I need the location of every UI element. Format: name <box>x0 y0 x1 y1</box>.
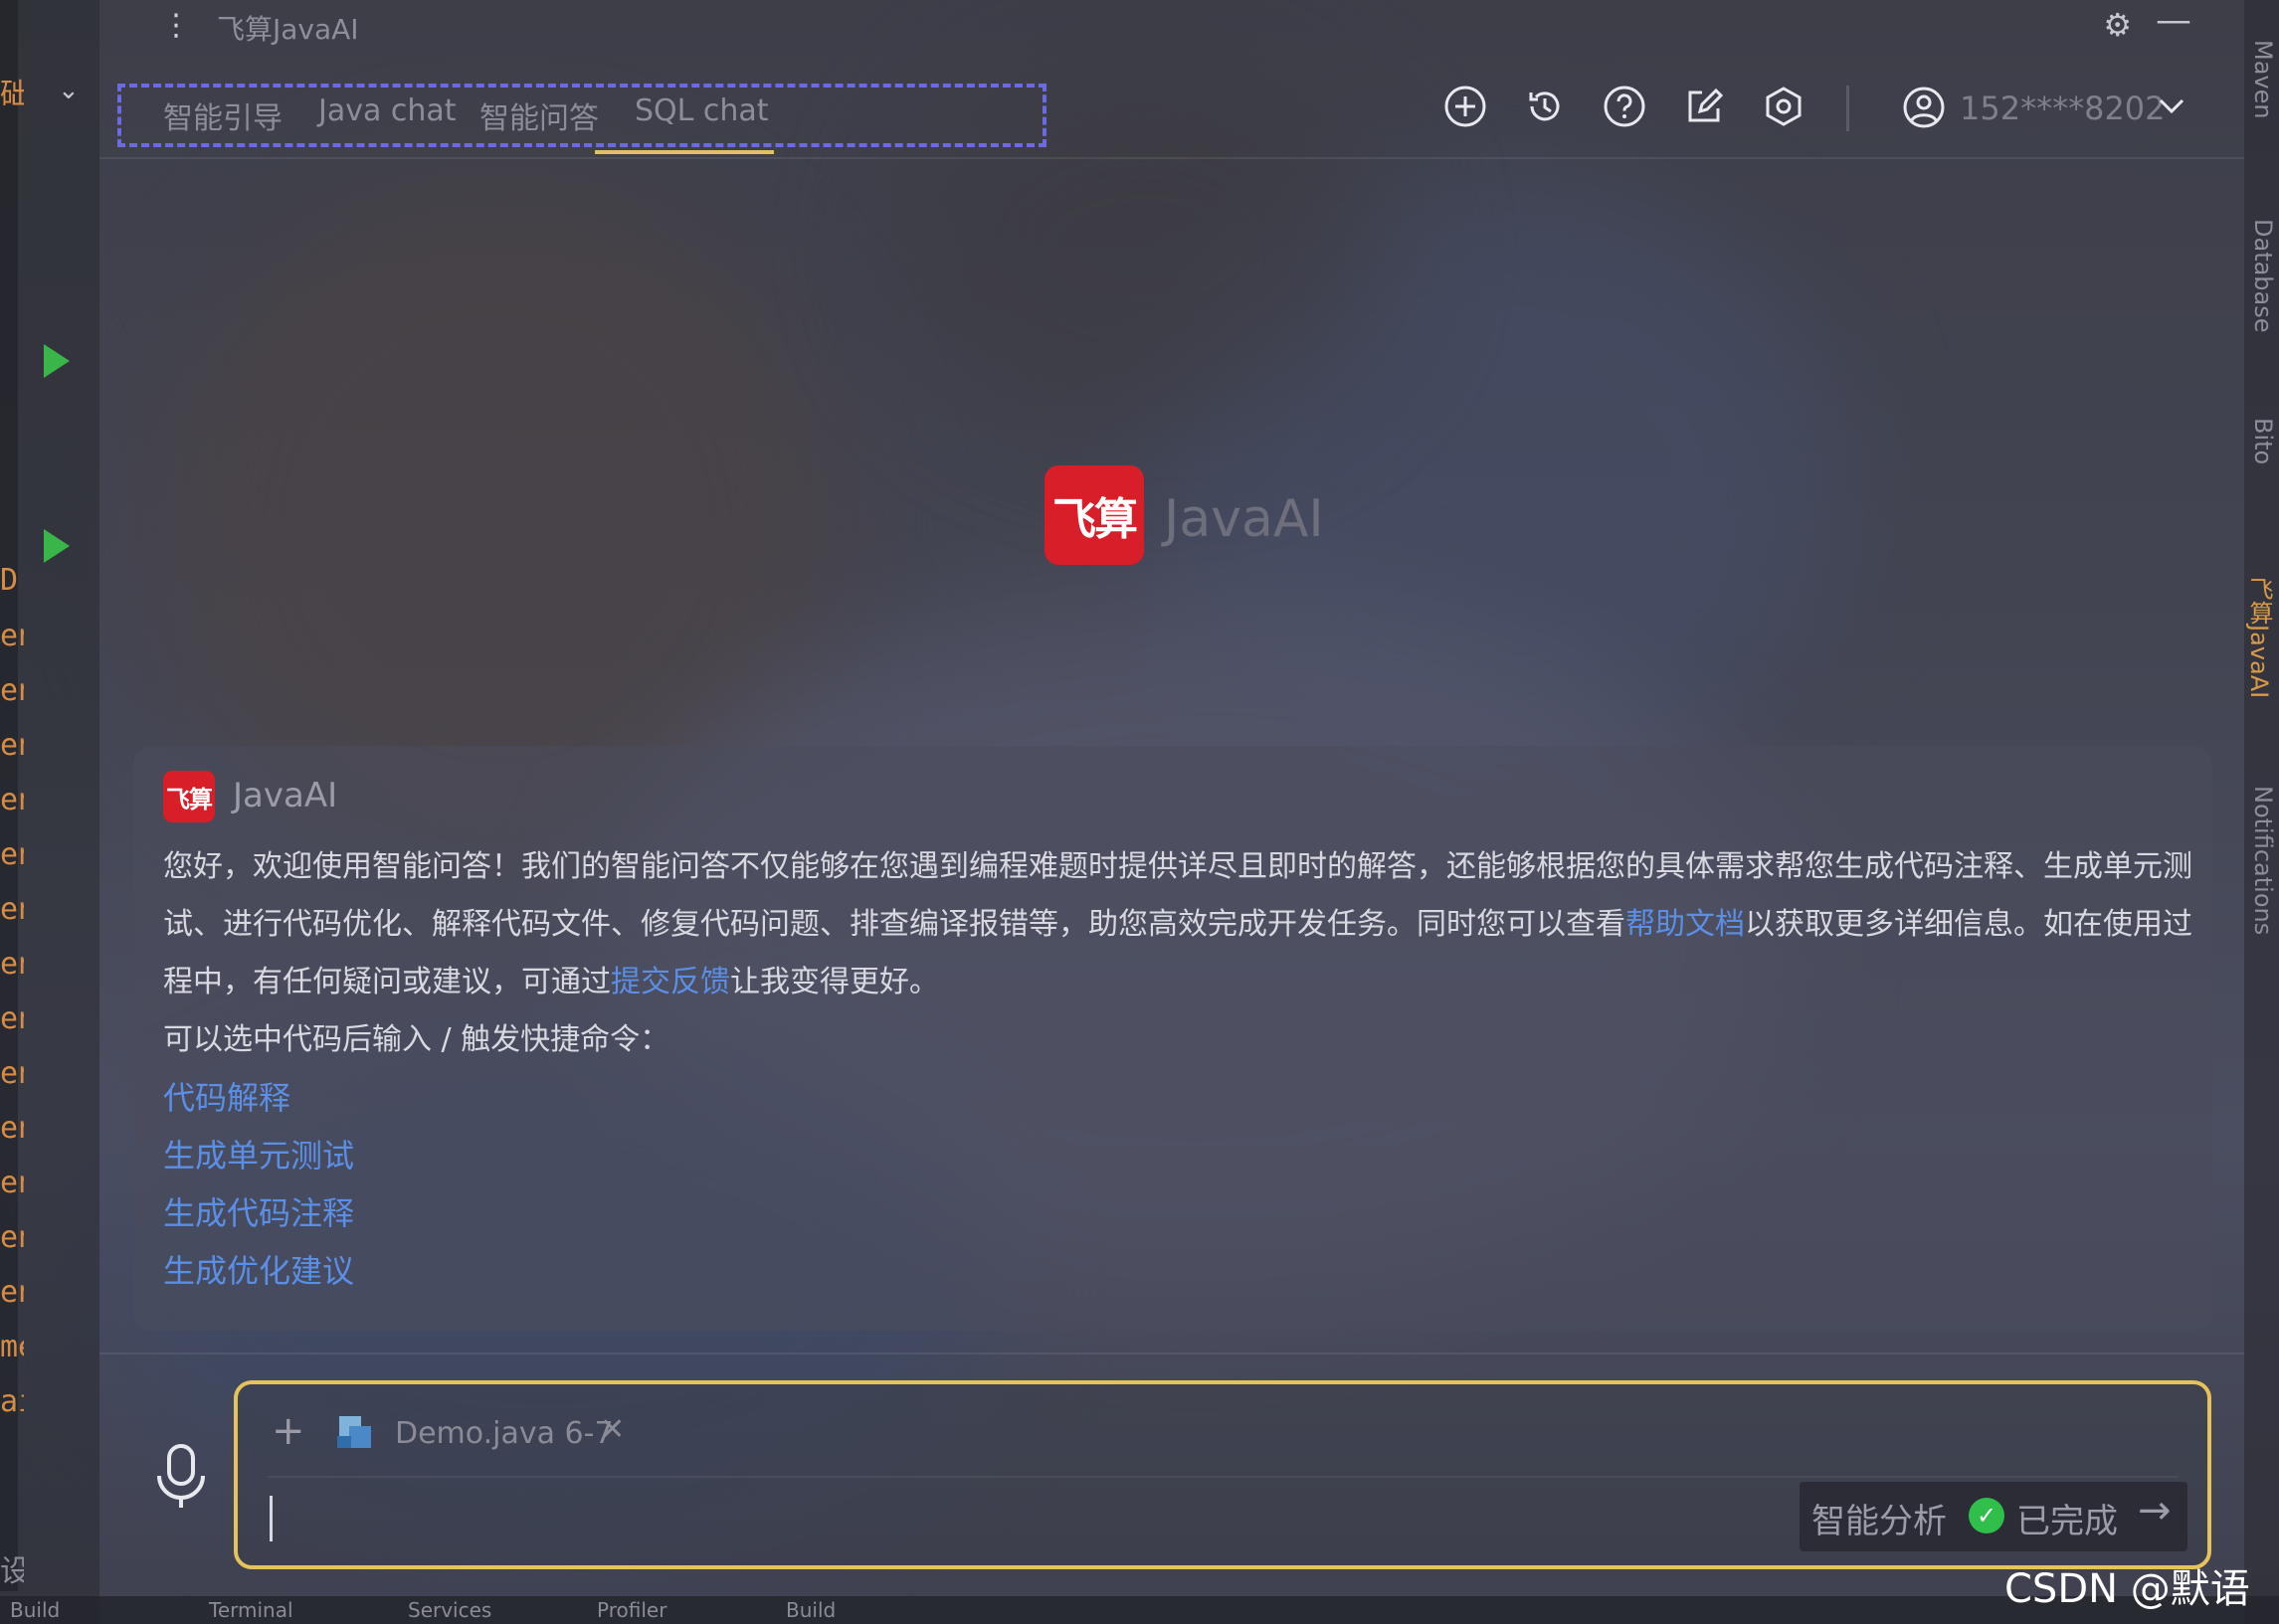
java-file-icon <box>335 1414 375 1450</box>
analysis-status: 智能分析 ✓ 已完成 → <box>1800 1482 2187 1551</box>
user-phone[interactable]: 152****8202 <box>1960 90 2166 127</box>
gutter-fragment: en <box>0 837 24 872</box>
tool-window-maven[interactable]: Maven <box>2249 40 2277 119</box>
gutter-fragment: en <box>0 892 24 927</box>
bottom-tab-services[interactable]: Services <box>408 1598 491 1622</box>
input-divider <box>99 1353 2244 1354</box>
command-generate-unit-test[interactable]: 生成单元测试 <box>163 1127 2192 1184</box>
chat-input-box[interactable]: + Demo.java 6-7 ✕ 智能分析 ✓ 已完成 → <box>234 1380 2211 1569</box>
history-icon[interactable] <box>1523 85 1567 128</box>
bottom-tab-build[interactable]: Build <box>10 1598 60 1622</box>
add-context-icon[interactable]: + <box>272 1408 305 1454</box>
close-icon[interactable]: ✕ <box>600 1412 625 1447</box>
feedback-link[interactable]: 提交反馈 <box>611 965 730 999</box>
javaai-logo: 飞算 <box>1045 465 1144 565</box>
window-title: 飞算JavaAI <box>217 13 359 46</box>
send-arrow-icon[interactable]: → <box>2138 1488 2172 1534</box>
right-tool-strip: Maven Database Bito 飞算JavaAI Notificatio… <box>2244 0 2279 1624</box>
gutter-fragment: en <box>0 1056 24 1091</box>
gutter-fragment: D <box>0 563 19 598</box>
gutter-fragment: en <box>0 1111 24 1146</box>
bottom-tab-terminal[interactable]: Terminal <box>209 1598 293 1622</box>
run-gutter-icon[interactable] <box>44 344 70 378</box>
command-generate-comments[interactable]: 生成代码注释 <box>163 1184 2192 1242</box>
message-hint: 可以选中代码后输入 / 触发快捷命令： <box>163 1022 670 1057</box>
ide-bottom-bar: Build Terminal Services Profiler Build <box>0 1596 2279 1624</box>
gutter-fragment: en <box>0 947 24 982</box>
context-file-chip[interactable]: Demo.java 6-7 <box>395 1416 614 1451</box>
edit-icon[interactable] <box>1682 85 1726 128</box>
bottom-tab-build-2[interactable]: Build <box>786 1598 836 1622</box>
gutter-fragment: en <box>0 1001 24 1036</box>
watermark: CSDN @默语 <box>2004 1566 2250 1612</box>
chevron-down-icon[interactable] <box>2152 86 2191 125</box>
help-docs-link[interactable]: 帮助文档 <box>1625 907 1745 942</box>
avatar: 飞算 <box>163 771 215 822</box>
message-body: 您好，欢迎使用智能问答！我们的智能问答不仅能够在您遇到编程难题时提供详尽且即时的… <box>163 838 2192 1300</box>
header-divider <box>99 157 2244 159</box>
minimize-icon[interactable]: — <box>2156 0 2191 41</box>
status-done-label: 已完成 <box>2016 1502 2118 1541</box>
command-explain-code[interactable]: 代码解释 <box>163 1069 2192 1127</box>
toolbar-divider <box>1846 86 1849 131</box>
tool-window-titlebar: ⋮ 飞算JavaAI ⚙ — <box>99 0 2209 50</box>
tab-sql-chat[interactable]: SQL chat <box>635 93 769 128</box>
mode-tabs: 智能引导 Java chat 智能问答 SQL chat <box>117 84 1046 147</box>
editor-gutter: 础 D en en en en en en en en en en en en … <box>0 0 99 1624</box>
gutter-fragment: en <box>0 1220 24 1255</box>
run-gutter-icon[interactable] <box>44 529 70 563</box>
gutter-fragment: me <box>0 1330 24 1364</box>
message-text: 让我变得更好。 <box>730 965 939 999</box>
gutter-fragment: en <box>0 1275 24 1310</box>
message-intro: 您好，欢迎使用智能问答！我们的智能问答不仅能够在您遇到编程难题时提供详尽且即时的… <box>163 838 2192 1011</box>
gear-icon[interactable]: ⚙ <box>2103 6 2132 44</box>
chevron-down-icon[interactable]: ⌄ <box>58 76 80 105</box>
gutter-fragment: 设计 <box>0 1554 24 1589</box>
gutter-fragment: 础 <box>0 78 24 112</box>
gutter-fragment: en <box>0 728 24 763</box>
gutter-fragment: ai <box>0 1384 24 1419</box>
assistant-message-card: 飞算 JavaAI 您好，欢迎使用智能问答！我们的智能问答不仅能够在您遇到编程难… <box>133 746 2212 1331</box>
command-optimization-suggestions[interactable]: 生成优化建议 <box>163 1242 2192 1300</box>
input-separator <box>268 1476 2178 1478</box>
bottom-tab-profiler[interactable]: Profiler <box>597 1598 666 1622</box>
tool-window-database[interactable]: Database <box>2249 219 2277 333</box>
gutter-fragment: en <box>0 1166 24 1200</box>
message-sender: JavaAI <box>233 776 338 815</box>
gutter-fragment: en <box>0 783 24 817</box>
tab-java-chat[interactable]: Java chat <box>318 93 457 128</box>
gutter-fragment: en <box>0 619 24 653</box>
microphone-icon[interactable] <box>151 1442 211 1512</box>
tab-smart-qa[interactable]: 智能问答 <box>479 93 599 137</box>
active-tab-indicator <box>595 150 774 154</box>
tab-smart-guide[interactable]: 智能引导 <box>163 93 283 137</box>
tool-window-notifications[interactable]: Notifications <box>2249 786 2277 935</box>
user-avatar-icon[interactable] <box>1902 86 1946 129</box>
status-label: 智能分析 <box>1811 1502 1947 1541</box>
help-icon[interactable] <box>1603 85 1646 128</box>
gutter-fragment: en <box>0 673 24 708</box>
tool-window-bito[interactable]: Bito <box>2249 418 2277 464</box>
hero-product-name: JavaAI <box>1164 489 1324 549</box>
check-icon: ✓ <box>1969 1498 2004 1534</box>
text-caret <box>270 1496 273 1541</box>
tool-window-feisuan-javaai[interactable]: 飞算JavaAI <box>2242 577 2277 698</box>
settings-icon[interactable] <box>1762 85 1805 128</box>
more-options-icon[interactable]: ⋮ <box>161 8 191 43</box>
new-chat-icon[interactable] <box>1443 85 1487 128</box>
